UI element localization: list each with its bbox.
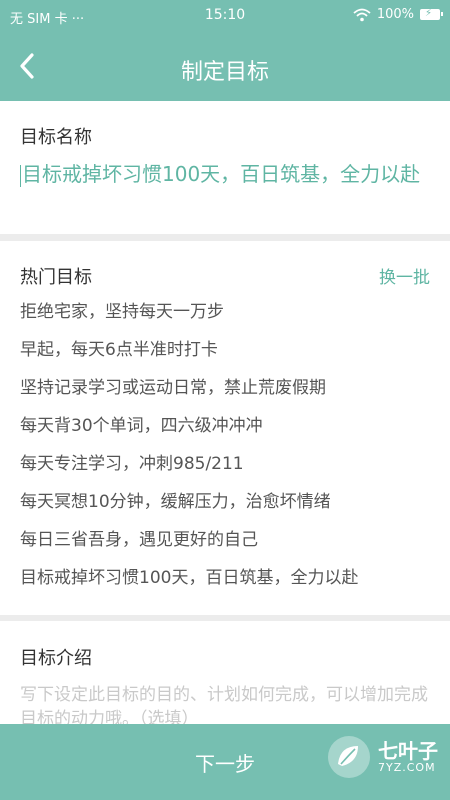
wifi-icon xyxy=(353,8,371,21)
battery-icon: ⚡ xyxy=(420,8,443,20)
watermark-text: 七叶子 7YZ.COM xyxy=(378,740,438,774)
nav-bar: 制定目标 xyxy=(0,32,450,101)
hot-goal-item[interactable]: 每天冥想10分钟，缓解压力，治愈坏情绪 xyxy=(20,491,358,529)
battery-percent: 100% xyxy=(376,7,414,22)
hot-goal-item[interactable]: 早起，每天6点半准时打卡 xyxy=(20,339,358,377)
hot-goals-section: 热门目标 换一批 拒绝宅家，坚持每天一万步 早起，每天6点半准时打卡 坚持记录学… xyxy=(0,241,450,615)
refresh-button[interactable]: 换一批 xyxy=(379,263,430,288)
goal-name-value: 目标戒掉坏习惯100天，百日筑基，全力以赴 xyxy=(22,162,421,186)
hot-goals-label: 热门目标 xyxy=(20,267,92,288)
leaf-logo-icon xyxy=(328,736,370,778)
goal-name-section: 目标名称 目标戒掉坏习惯100天，百日筑基，全力以赴 xyxy=(0,101,450,234)
next-step-bar: 下一步 七叶子 7YZ.COM xyxy=(0,724,450,800)
hot-goal-item[interactable]: 每天背30个单词，四六级冲冲冲 xyxy=(20,415,358,453)
watermark: 七叶子 7YZ.COM xyxy=(326,734,438,780)
goal-name-label: 目标名称 xyxy=(20,127,92,148)
goal-intro-label: 目标介绍 xyxy=(20,648,92,669)
goal-intro-section: 目标介绍 写下设定此目标的目的、计划如何完成，可以增加完成目标的动力哦。（选填） xyxy=(0,621,450,729)
status-right: 100% ⚡ xyxy=(353,7,443,22)
hot-goals-list: 拒绝宅家，坚持每天一万步 早起，每天6点半准时打卡 坚持记录学习或运动日常，禁止… xyxy=(20,301,358,605)
watermark-site: 7YZ.COM xyxy=(378,761,436,774)
status-bar: 无 SIM 卡 ··· 15:10 100% ⚡ xyxy=(0,0,450,32)
text-cursor xyxy=(20,164,21,187)
hot-goal-item[interactable]: 每日三省吾身，遇见更好的自己 xyxy=(20,529,358,567)
hot-goal-item[interactable]: 坚持记录学习或运动日常，禁止荒废假期 xyxy=(20,377,358,415)
page-title: 制定目标 xyxy=(180,60,269,85)
top-bar: 无 SIM 卡 ··· 15:10 100% ⚡ 制定目标 xyxy=(0,0,450,101)
hot-goal-item[interactable]: 每天专注学习，冲刺985/211 xyxy=(20,453,358,491)
watermark-brand: 七叶子 xyxy=(378,739,438,763)
goal-name-input[interactable]: 目标戒掉坏习惯100天，百日筑基，全力以赴 xyxy=(20,161,430,187)
hot-goal-item[interactable]: 拒绝宅家，坚持每天一万步 xyxy=(20,301,358,339)
hot-goal-item[interactable]: 目标戒掉坏习惯100天，百日筑基，全力以赴 xyxy=(20,567,358,605)
